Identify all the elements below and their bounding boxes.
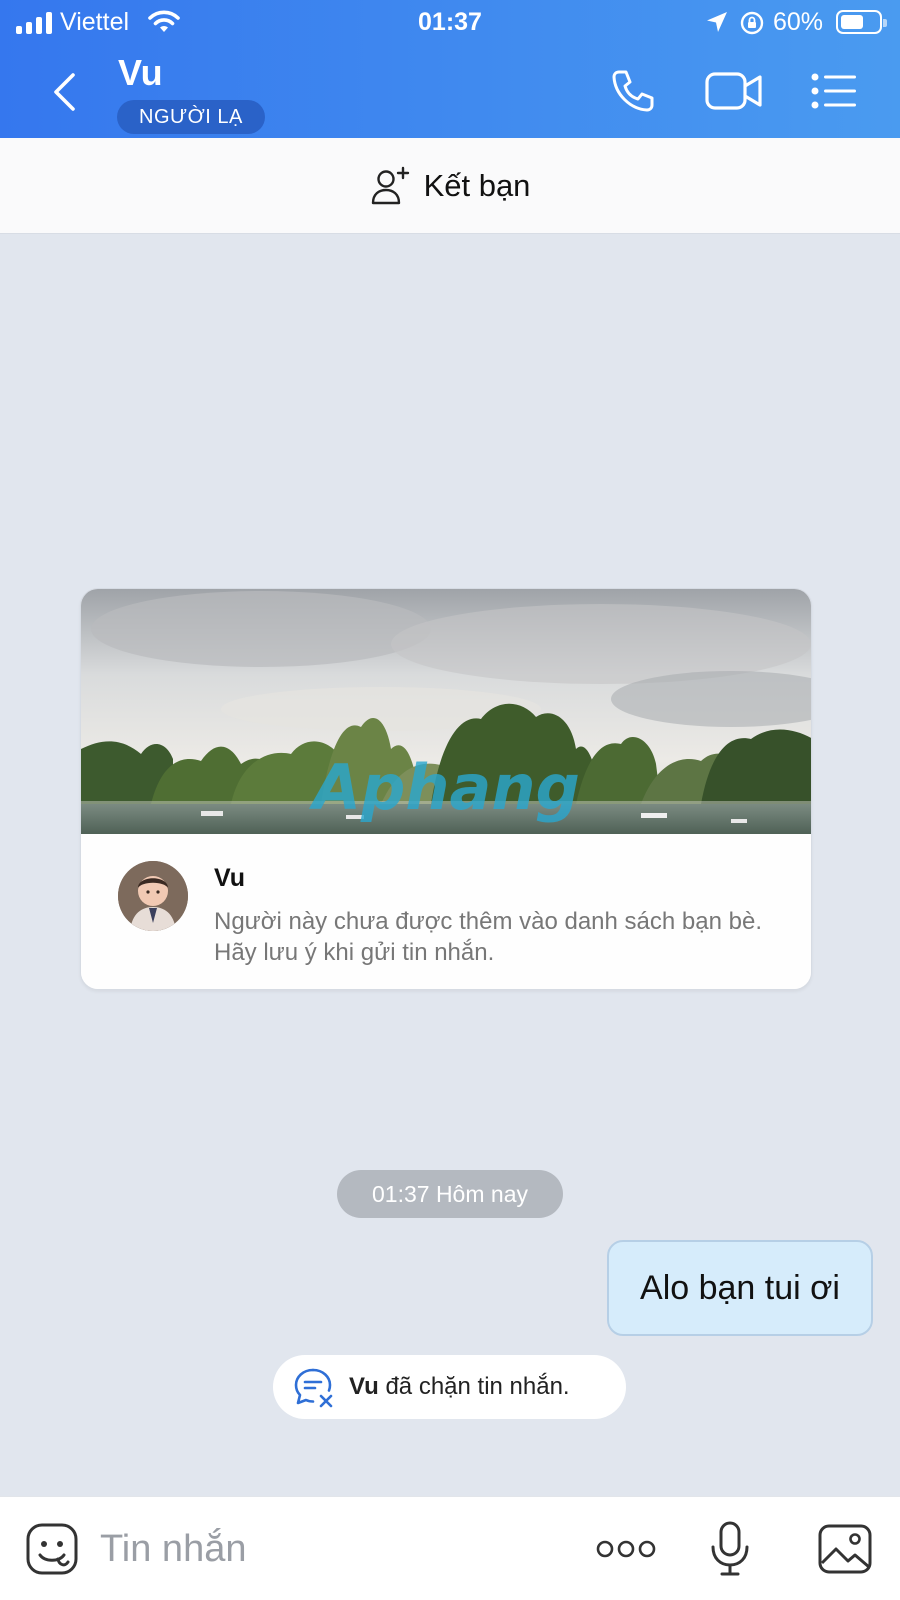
back-button[interactable] (40, 64, 88, 120)
clock: 01:37 (418, 8, 482, 36)
voice-call-button[interactable] (603, 62, 663, 120)
stranger-profile-card[interactable]: Aphang Vu Người này chưa được thêm vào d… (80, 588, 812, 990)
voice-message-button[interactable] (700, 1519, 760, 1579)
avatar[interactable] (118, 861, 188, 931)
image-gallery-icon (818, 1524, 872, 1574)
blocked-notice-text: Vu đã chặn tin nhắn. (349, 1373, 570, 1401)
more-horizontal-icon (596, 1540, 656, 1558)
microphone-icon (711, 1521, 749, 1576)
cover-photo: Aphang (81, 589, 811, 834)
sticker-button[interactable] (22, 1519, 82, 1579)
rotation-lock-icon (740, 11, 764, 35)
card-contact-name: Vu (214, 864, 246, 892)
video-camera-icon (705, 72, 762, 110)
add-friend-label: Kết bạn (423, 167, 531, 203)
more-options-button[interactable] (596, 1519, 656, 1579)
phone-icon (612, 70, 654, 112)
emoji-sticker-icon (26, 1523, 78, 1575)
add-friend-button[interactable]: Kết bạn (0, 138, 900, 234)
timestamp-separator: 01:37 Hôm nay (337, 1170, 563, 1218)
message-input-bar (0, 1496, 900, 1600)
message-input[interactable] (100, 1521, 560, 1577)
chevron-left-icon (54, 73, 75, 111)
add-person-icon (371, 166, 409, 204)
stranger-badge: NGƯỜI LẠ (117, 100, 265, 134)
outgoing-message-bubble[interactable]: Alo bạn tui ơi (607, 1240, 873, 1336)
list-menu-icon (811, 73, 856, 109)
send-image-button[interactable] (815, 1519, 875, 1579)
battery-icon (836, 10, 887, 34)
video-call-button[interactable] (704, 62, 764, 120)
chat-options-button[interactable] (804, 62, 864, 120)
chat-header: Viettel 01:37 60% Vu NGƯỜI LẠ (0, 0, 900, 138)
contact-name[interactable]: Vu (118, 52, 163, 94)
battery-percentage: 60% (773, 8, 824, 36)
blocked-chat-icon (294, 1368, 333, 1408)
watermark-logo: Aphang (308, 751, 580, 824)
blocked-notice-message: đã chặn tin nhắn. (378, 1373, 570, 1400)
status-bar: Viettel 01:37 60% (0, 0, 900, 46)
stranger-warning-text: Người này chưa được thêm vào danh sách b… (214, 908, 762, 966)
blocked-notice-name: Vu (349, 1373, 379, 1400)
blocked-notice: Vu đã chặn tin nhắn. (273, 1355, 626, 1419)
location-arrow-icon (707, 12, 727, 32)
